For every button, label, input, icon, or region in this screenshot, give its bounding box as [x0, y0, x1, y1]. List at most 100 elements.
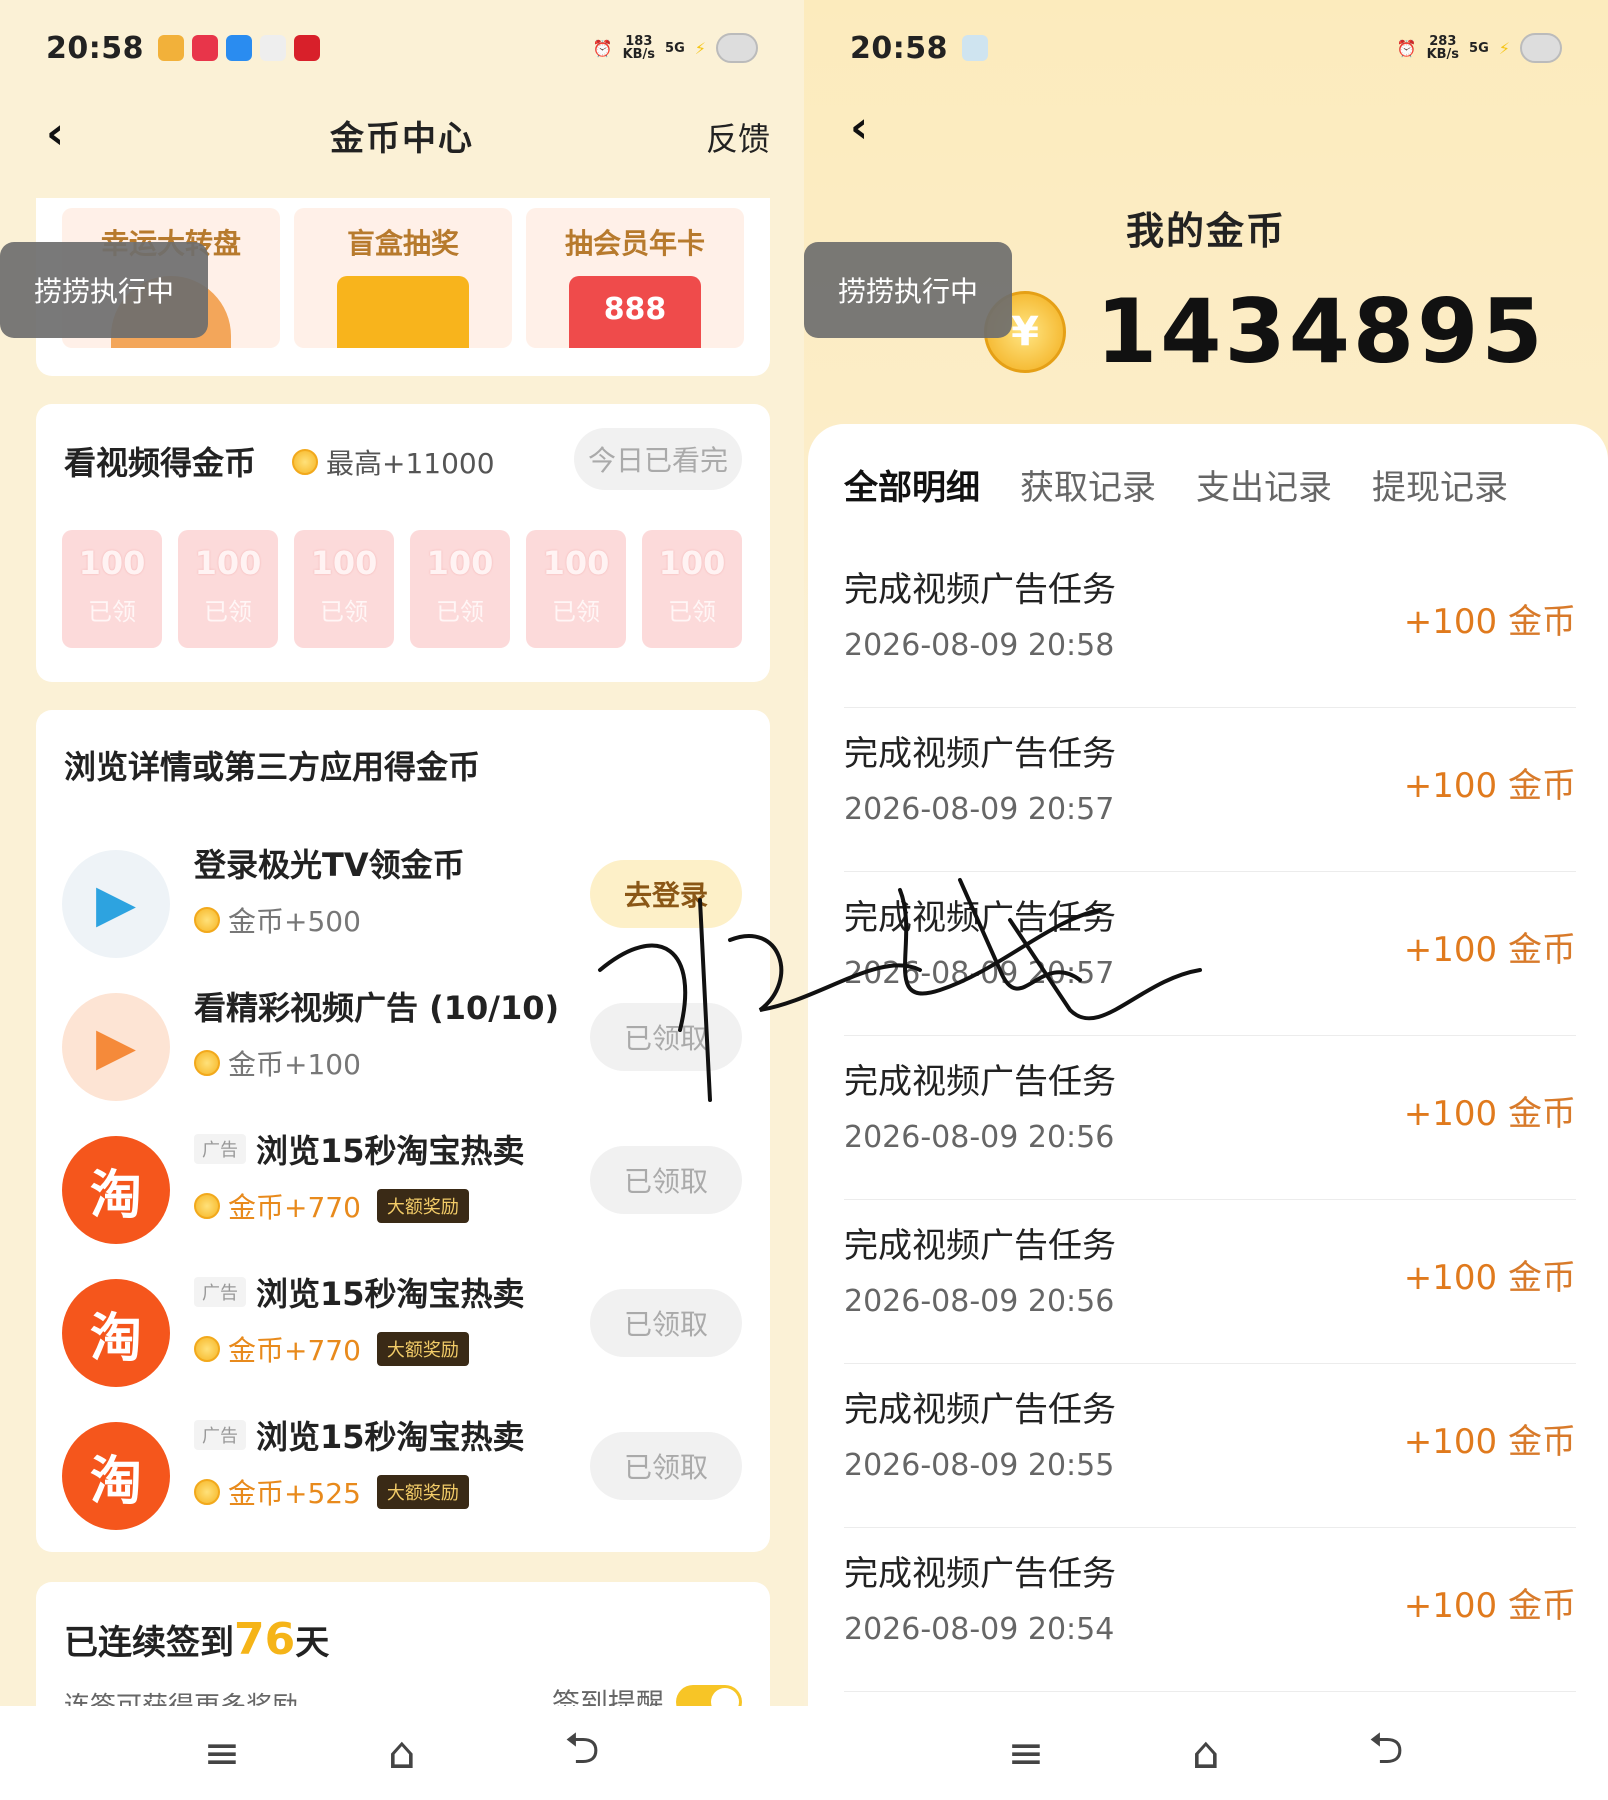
task-name: 广告 浏览15秒淘宝热卖: [194, 1126, 525, 1172]
notification-icons: [962, 35, 988, 61]
page-title: 金币中心: [330, 118, 474, 159]
record-amount-value: +100: [1403, 766, 1498, 806]
envelope[interactable]: 100 已领: [178, 530, 278, 648]
video-ad-icon: ▶: [62, 993, 170, 1101]
login-button[interactable]: 去登录: [590, 860, 742, 928]
task-name-text: 浏览15秒淘宝热卖: [256, 1418, 525, 1456]
back-icon[interactable]: ⮌: [556, 1716, 608, 1791]
task-reward-text: 金币+770: [228, 1191, 361, 1224]
system-nav-bar: ≡ ⌂ ⮌: [0, 1706, 804, 1800]
claimed-button[interactable]: 已领取: [590, 1289, 742, 1357]
task-name-text: 浏览15秒淘宝热卖: [256, 1275, 525, 1313]
back-arrow-icon[interactable]: ‹: [850, 106, 868, 150]
status-toast: 捞捞执行中: [0, 242, 208, 338]
coin-center-screen: 20:58 ⏰ 183KB/s 5G ⚡ ‹ 金币中心 反馈 幸运大转盘 盲盒抽…: [0, 0, 804, 1800]
home-icon[interactable]: ⌂: [376, 1728, 428, 1779]
record-row: 完成视频广告任务 2026-08-09 20:57 +100 金币: [844, 708, 1576, 872]
tab-all[interactable]: 全部明细: [844, 460, 980, 509]
tab-withdraw[interactable]: 提现记录: [1372, 460, 1508, 509]
envelope-status: 已领: [320, 598, 368, 626]
streak-days: 76: [234, 1614, 296, 1665]
tab-earn[interactable]: 获取记录: [1020, 460, 1156, 509]
big-reward-tag: 大额奖励: [376, 1189, 469, 1223]
task-reward: 金币+500: [194, 900, 361, 940]
taobao-icon: 淘: [62, 1422, 170, 1530]
menu-icon[interactable]: ≡: [196, 1728, 248, 1779]
member-card-label: 抽会员年卡: [564, 227, 705, 260]
app-notif-icon-3: [260, 35, 286, 61]
task-name: 登录极光TV领金币: [194, 840, 465, 886]
claimed-button[interactable]: 已领取: [590, 1432, 742, 1500]
coin-icon: [194, 907, 220, 933]
task-reward-text: 金币+770: [228, 1334, 361, 1367]
video-section-title: 看视频得金币: [64, 444, 257, 482]
tab-spend[interactable]: 支出记录: [1196, 460, 1332, 509]
battery-icon: [716, 33, 758, 63]
notification-icons: [158, 35, 320, 61]
status-indicators: ⏰ 183 KB/s 5G ⚡: [593, 33, 758, 63]
record-amount-unit: 金币: [1508, 602, 1576, 642]
sign-in-streak: 已连续签到76天: [64, 1614, 329, 1665]
signal-label: 5G: [1469, 40, 1489, 56]
status-bar: 20:58 ⏰ 283 KB/s 5G ⚡: [804, 0, 1608, 96]
streak-prefix: 已连续签到: [64, 1623, 234, 1663]
record-amount-unit: 金币: [1508, 1422, 1576, 1462]
coin-icon: [194, 1193, 220, 1219]
gift-box-icon: [337, 276, 469, 348]
max-reward-text: 最高+11000: [326, 447, 495, 480]
envelope[interactable]: 100 已领: [526, 530, 626, 648]
task-name-text: 浏览15秒淘宝热卖: [256, 1132, 525, 1170]
app-notif-icon: [962, 35, 988, 61]
net-speed: 183 KB/s: [623, 35, 655, 61]
record-amount-value: +100: [1403, 1422, 1498, 1462]
record-date: 2026-08-09 20:58: [844, 628, 1115, 663]
system-nav-bar: ≡ ⌂ ⮌: [804, 1706, 1608, 1800]
record-date: 2026-08-09 20:56: [844, 1284, 1115, 1319]
back-icon[interactable]: ⮌: [1360, 1716, 1412, 1791]
record-title: 完成视频广告任务: [844, 1226, 1116, 1266]
envelope[interactable]: 100 已领: [62, 530, 162, 648]
task-item: 淘 广告 浏览15秒淘宝热卖 金币+770 大额奖励 已领取: [36, 1269, 770, 1389]
record-amount-unit: 金币: [1508, 1094, 1576, 1134]
member-card-entry[interactable]: 抽会员年卡 888: [526, 208, 744, 348]
record-amount-value: +100: [1403, 602, 1498, 642]
envelope-amount: 100: [426, 544, 494, 582]
envelope-amount: 100: [542, 544, 610, 582]
envelope[interactable]: 100 已领: [642, 530, 742, 648]
envelope-status: 已领: [668, 598, 716, 626]
slot-machine-icon: 888: [569, 276, 701, 348]
claimed-button[interactable]: 已领取: [590, 1146, 742, 1214]
net-speed-unit: KB/s: [1426, 47, 1460, 62]
record-amount-unit: 金币: [1508, 930, 1576, 970]
app-notif-icon: [192, 35, 218, 61]
charging-icon: ⚡: [694, 38, 706, 58]
claimed-button[interactable]: 已领取: [590, 1003, 742, 1071]
coin-icon: [194, 1479, 220, 1505]
record-amount: +100 金币: [1404, 758, 1576, 807]
menu-icon[interactable]: ≡: [1000, 1728, 1052, 1779]
record-date: 2026-08-09 20:55: [844, 1448, 1115, 1483]
coin-icon: [194, 1336, 220, 1362]
envelope[interactable]: 100 已领: [294, 530, 394, 648]
home-icon[interactable]: ⌂: [1180, 1728, 1232, 1779]
tmall-icon: [294, 35, 320, 61]
streak-suffix: 天: [295, 1623, 330, 1663]
status-indicators: ⏰ 283 KB/s 5G ⚡: [1397, 33, 1562, 63]
net-speed-unit: KB/s: [622, 47, 656, 62]
record-title: 完成视频广告任务: [844, 1390, 1116, 1430]
video-reward-card: 看视频得金币 最高+11000 今日已看完 100 已领 100 已领 100 已领 …: [36, 404, 770, 682]
envelope-status: 已领: [552, 598, 600, 626]
envelope-amount: 100: [194, 544, 262, 582]
status-toast: 捞捞执行中: [804, 242, 1012, 338]
blind-box-entry[interactable]: 盲盒抽奖: [294, 208, 512, 348]
envelope[interactable]: 100 已领: [410, 530, 510, 648]
back-arrow-icon[interactable]: ‹: [46, 112, 64, 156]
status-time: 20:58: [850, 30, 948, 66]
feedback-link[interactable]: 反馈: [706, 114, 770, 160]
envelope-amount: 100: [310, 544, 378, 582]
taobao-icon: 淘: [62, 1279, 170, 1387]
watched-all-button[interactable]: 今日已看完: [574, 428, 742, 490]
max-reward-note: 最高+11000: [292, 442, 495, 482]
record-row: 完成视频广告任务 2026-08-09 20:57 +100 金币: [844, 872, 1576, 1036]
task-name-text: 看精彩视频广告 (10/10): [194, 989, 560, 1027]
